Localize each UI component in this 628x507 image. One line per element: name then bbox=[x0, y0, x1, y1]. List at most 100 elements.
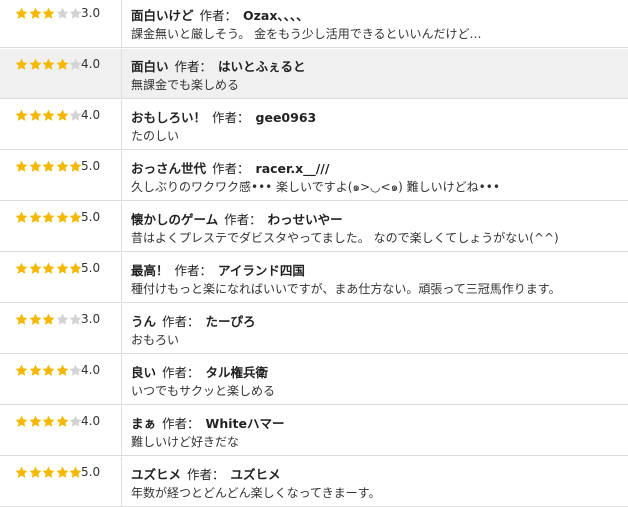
star-filled-icon bbox=[42, 313, 55, 326]
star-filled-icon bbox=[15, 109, 28, 122]
author-label: 作者： bbox=[199, 8, 238, 23]
star-filled-icon bbox=[42, 364, 55, 377]
author-name: はいとふぇると bbox=[218, 59, 306, 74]
star-filled-icon bbox=[29, 415, 42, 428]
author-name: Whiteハマー bbox=[205, 416, 285, 431]
star-filled-icon bbox=[29, 466, 42, 479]
rating-score: 4.0 bbox=[81, 363, 101, 377]
star-filled-icon bbox=[15, 160, 28, 173]
rating-cell: 4.0 bbox=[0, 100, 122, 149]
star-filled-icon bbox=[29, 7, 42, 20]
author-name: タル権兵衛 bbox=[205, 365, 269, 380]
review-body: 年数が経つとどんどん楽しくなってきまーす。 bbox=[131, 486, 381, 500]
review-row[interactable]: 5.0 懐かしのゲーム 作者： わっせいやー昔はよくプレステでダビスタやってました。 … bbox=[0, 202, 628, 252]
author-name: gee0963 bbox=[255, 110, 317, 125]
star-rating bbox=[15, 313, 83, 327]
author-label: 作者： bbox=[162, 314, 200, 329]
rating-score: 4.0 bbox=[81, 57, 101, 71]
star-filled-icon bbox=[42, 109, 55, 122]
star-filled-icon bbox=[29, 364, 42, 377]
star-rating bbox=[15, 364, 83, 378]
star-filled-icon bbox=[29, 262, 42, 275]
review-row[interactable]: 4.0 面白い 作者： はいとふぇると無課金でも楽しめる bbox=[0, 49, 628, 99]
star-filled-icon bbox=[42, 415, 55, 428]
author-label: 作者： bbox=[224, 212, 262, 227]
review-body: おもろい bbox=[131, 333, 180, 347]
review-header: 懐かしのゲーム 作者： わっせいやー bbox=[131, 209, 343, 228]
review-row[interactable]: 3.0 面白いけど 作者： Ozax、、、、 課金無いと厳しそう。 金をもう少し活用でき… bbox=[0, 0, 628, 48]
author-label: 作者： bbox=[162, 365, 200, 380]
rating-score: 3.0 bbox=[81, 6, 101, 20]
review-body: 無課金でも楽しめる bbox=[131, 78, 240, 92]
star-filled-icon bbox=[56, 160, 69, 173]
rating-score: 5.0 bbox=[81, 261, 101, 275]
review-header: 最高！ 作者： アイランド四国 bbox=[131, 260, 305, 279]
review-header: 良い 作者： タル権兵衛 bbox=[131, 362, 268, 381]
star-filled-icon bbox=[15, 364, 28, 377]
star-filled-icon bbox=[29, 58, 42, 71]
star-filled-icon bbox=[56, 262, 69, 275]
rating-score: 5.0 bbox=[81, 210, 101, 224]
review-row[interactable]: 4.0 良い 作者： タル権兵衛いつでもサクッと楽しめる bbox=[0, 355, 628, 405]
review-header: おっさん世代 作者： racer.x__/// bbox=[131, 158, 329, 177]
review-body: いつでもサクッと楽しめる bbox=[131, 384, 276, 398]
star-filled-icon bbox=[15, 262, 28, 275]
author-name: たーぴろ bbox=[205, 314, 256, 329]
author-name: Ozax、、、、 bbox=[243, 8, 309, 23]
review-body: 課金無いと厳しそう。 金をもう少し活用できるといいんだけど… bbox=[131, 27, 482, 41]
star-rating bbox=[15, 7, 83, 21]
review-title: 良い bbox=[131, 365, 157, 380]
review-row[interactable]: 4.0 おもしろい！ 作者： gee0963 たのしい bbox=[0, 100, 628, 150]
star-rating bbox=[15, 109, 83, 123]
rating-cell: 4.0 bbox=[0, 355, 122, 404]
star-rating bbox=[15, 160, 83, 174]
review-title: おっさん世代 bbox=[131, 161, 207, 176]
review-row[interactable]: 5.0 最高！ 作者： アイランド四国種付けもっと楽になればいいですが、まあ仕方ない。… bbox=[0, 253, 628, 303]
rating-cell: 3.0 bbox=[0, 304, 122, 353]
star-filled-icon bbox=[56, 58, 69, 71]
star-filled-icon bbox=[56, 364, 69, 377]
review-title: うん bbox=[131, 314, 157, 329]
star-filled-icon bbox=[15, 313, 28, 326]
star-filled-icon bbox=[15, 7, 28, 20]
review-row[interactable]: 3.0 うん 作者： たーぴろおもろい bbox=[0, 304, 628, 354]
star-rating bbox=[15, 466, 83, 480]
review-header: 面白いけど 作者： Ozax、、、、 bbox=[131, 5, 309, 24]
star-rating bbox=[15, 211, 83, 225]
review-title: 懐かしのゲーム bbox=[131, 212, 219, 227]
rating-score: 4.0 bbox=[81, 414, 101, 428]
review-header: うん 作者： たーぴろ bbox=[131, 311, 256, 330]
star-filled-icon bbox=[15, 415, 28, 428]
review-row[interactable]: 5.0 ユズヒメ 作者： ユズヒメ 年数が経つとどんどん楽しくなってきまーす。 bbox=[0, 457, 628, 507]
author-name: racer.x__/// bbox=[255, 161, 330, 176]
star-filled-icon bbox=[29, 109, 42, 122]
review-body: 昔はよくプレステでダビスタやってました。 なので楽しくてしょうがない(^^) bbox=[131, 231, 559, 245]
star-filled-icon bbox=[42, 262, 55, 275]
rating-cell: 5.0 bbox=[0, 457, 122, 506]
review-title: 面白い bbox=[131, 59, 169, 74]
author-label: 作者： bbox=[212, 110, 250, 125]
star-filled-icon bbox=[42, 211, 55, 224]
star-filled-icon bbox=[56, 415, 69, 428]
star-filled-icon bbox=[29, 160, 42, 173]
review-body: 種付けもっと楽になればいいですが、まあ仕方ない。頑張って三冠馬作ります。 bbox=[131, 282, 561, 296]
star-rating bbox=[15, 58, 83, 72]
star-filled-icon bbox=[42, 466, 55, 479]
star-filled-icon bbox=[56, 109, 69, 122]
review-title: ユズヒメ bbox=[131, 467, 182, 482]
review-header: おもしろい！ 作者： gee0963 bbox=[131, 107, 316, 126]
rating-score: 5.0 bbox=[81, 159, 101, 173]
author-name: ユズヒメ bbox=[230, 467, 281, 482]
star-empty-icon bbox=[56, 313, 69, 326]
review-list: 3.0 面白いけど 作者： Ozax、、、、 課金無いと厳しそう。 金をもう少し活用でき… bbox=[0, 0, 628, 507]
review-header: まぁ 作者： Whiteハマー bbox=[131, 413, 284, 432]
star-filled-icon bbox=[56, 211, 69, 224]
star-filled-icon bbox=[15, 58, 28, 71]
author-label: 作者： bbox=[162, 416, 200, 431]
star-filled-icon bbox=[56, 466, 69, 479]
review-row[interactable]: 4.0 まぁ 作者： Whiteハマー 難しいけど好きだな bbox=[0, 406, 628, 456]
star-rating bbox=[15, 262, 83, 276]
review-row[interactable]: 5.0 おっさん世代 作者： racer.x__/// 久しぶりのワクワク感••• 楽し… bbox=[0, 151, 628, 201]
author-label: 作者： bbox=[174, 59, 213, 74]
star-filled-icon bbox=[42, 58, 55, 71]
